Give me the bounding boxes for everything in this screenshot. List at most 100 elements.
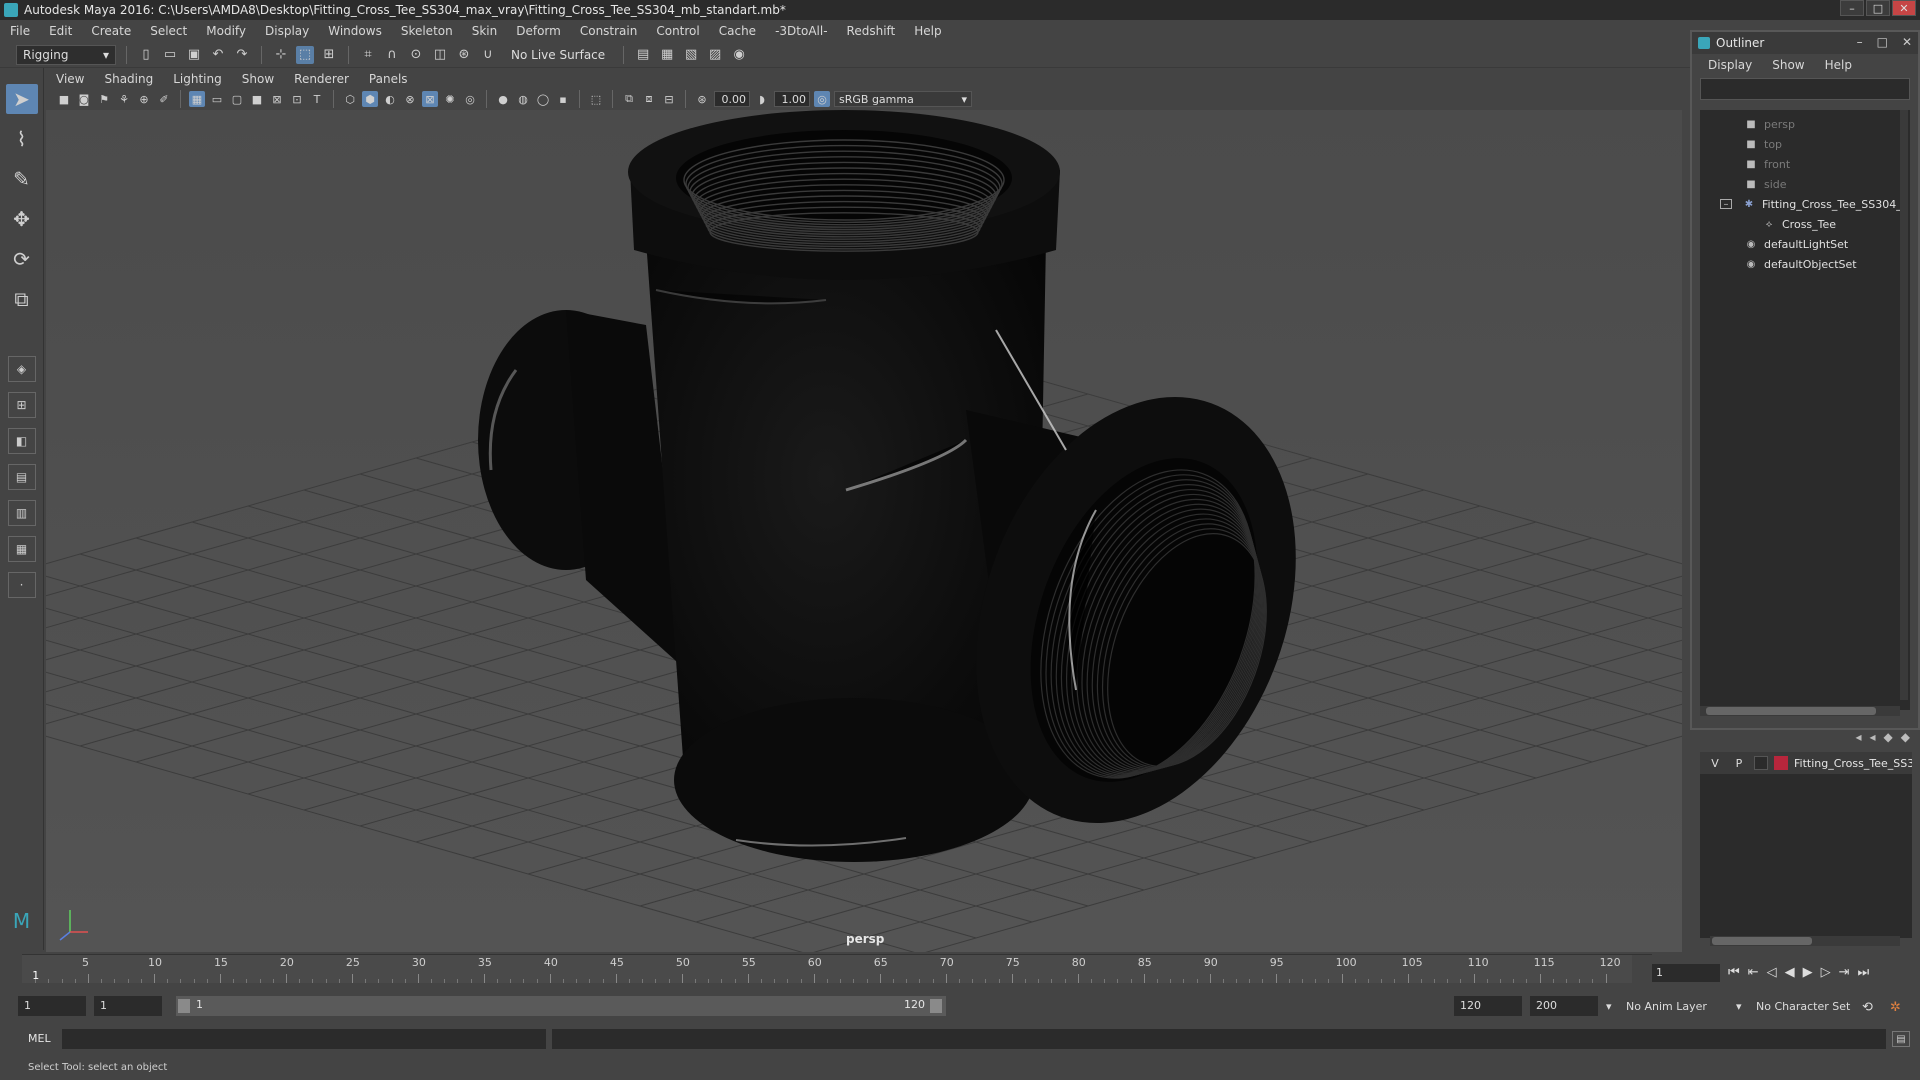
four-view-layout-icon[interactable]: ⊞ [7,392,36,418]
graph-persp-layout-icon[interactable]: ▥ [7,500,36,526]
outliner-persp-layout-icon[interactable]: ▤ [7,464,36,490]
outliner-menu-show[interactable]: Show [1772,58,1804,72]
playback-start-field[interactable]: 1 [94,996,162,1016]
current-time-marker[interactable]: 1 [32,969,39,982]
grid-icon[interactable]: ▦ [189,91,205,107]
color-management-icon[interactable]: ◎ [814,91,830,107]
character-set-dropdown[interactable]: No Character Set [1756,1000,1850,1013]
render-settings-icon[interactable]: ▤ [634,46,652,64]
select-hierarchy-icon[interactable]: ⊹ [272,46,290,64]
snap-view-plane-icon[interactable]: ◫ [431,46,449,64]
lasso-tool-icon[interactable]: ⌇ [6,124,38,154]
camera-select-icon[interactable]: ■ [56,91,72,107]
script-editor-icon[interactable]: ▤ [1892,1031,1910,1047]
scale-tool-icon[interactable]: ⧉ [6,284,38,314]
motion-blur-icon[interactable]: ◍ [515,91,531,107]
hypershade-icon[interactable]: ◉ [730,46,748,64]
minimize-button[interactable]: – [1840,0,1864,16]
outliner-vertical-scrollbar[interactable] [1900,110,1908,700]
go-to-start-icon[interactable]: ⏮ [1728,965,1740,980]
outliner-item-top[interactable]: ■ top [1700,134,1910,154]
menu-file[interactable]: File [10,24,30,38]
select-object-icon[interactable]: ⬚ [296,45,314,64]
move-layer-up-icon[interactable]: ◂ [1855,730,1861,748]
menu-windows[interactable]: Windows [328,24,382,38]
command-input[interactable] [62,1029,546,1049]
outliner-minimize-icon[interactable]: – [1857,35,1863,49]
snap-point-icon[interactable]: ⊙ [407,46,425,64]
animation-end-field[interactable]: 200 [1530,996,1598,1016]
hypershade-layout-icon[interactable]: ▦ [7,536,36,562]
wireframe-icon[interactable]: ⬡ [342,91,358,107]
xray-components-icon[interactable]: ⊟ [661,91,677,107]
anti-aliasing-icon[interactable]: ◯ [535,91,551,107]
camera-attributes-icon[interactable]: ◙ [76,91,92,107]
safe-action-icon[interactable]: ⊡ [289,91,305,107]
menu-control[interactable]: Control [656,24,699,38]
range-slider[interactable]: 1 120 [176,996,946,1016]
time-slider[interactable]: 5 10 15 20 25 30 35 40 45 50 55 60 65 70 75 80 85 90 95 100… [22,954,1652,983]
layer-color-swatch[interactable] [1774,756,1788,770]
render-frame-icon[interactable]: ▦ [658,46,676,64]
render-view-icon[interactable]: ▨ [706,46,724,64]
outliner-search-field[interactable] [1700,78,1910,100]
panel-menu-shading[interactable]: Shading [104,72,153,86]
smooth-shade-icon[interactable]: ⬢ [362,91,378,107]
paint-select-icon[interactable]: ✎ [6,164,38,194]
menu-deform[interactable]: Deform [516,24,561,38]
auto-key-icon[interactable]: ⟲ [1862,1000,1873,1015]
screen-space-ao-icon[interactable]: ● [495,91,511,107]
gate-mask-icon[interactable]: ■ [249,91,265,107]
xray-joints-icon[interactable]: ⧈ [641,91,657,107]
menu-redshift[interactable]: Redshift [847,24,896,38]
single-view-layout-icon[interactable]: ◈ [7,356,36,382]
scrollbar-thumb[interactable] [1706,707,1876,715]
panel-menu-lighting[interactable]: Lighting [173,72,222,86]
menu-select[interactable]: Select [150,24,187,38]
menu-display[interactable]: Display [265,24,309,38]
menu-edit[interactable]: Edit [49,24,72,38]
outliner-menu-help[interactable]: Help [1825,58,1852,72]
menu-cache[interactable]: Cache [719,24,756,38]
grease-pencil-icon[interactable]: ✐ [156,91,172,107]
outliner-item-default-light-set[interactable]: ◉ defaultLightSet [1700,234,1910,254]
field-chart-icon[interactable]: ⊠ [269,91,285,107]
xray-icon[interactable]: ⧉ [621,91,637,107]
range-start-handle[interactable] [178,999,190,1013]
ipr-render-icon[interactable]: ▧ [682,46,700,64]
outliner-item-default-object-set[interactable]: ◉ defaultObjectSet [1700,254,1910,274]
range-end-handle[interactable] [930,999,942,1013]
animation-start-field[interactable]: 1 [18,996,86,1016]
move-layer-down-icon[interactable]: ◂ [1870,730,1876,748]
play-forward-icon[interactable]: ▶ [1803,965,1813,980]
outliner-item-cross-tee[interactable]: ⟡ Cross_Tee [1700,214,1910,234]
select-tool-icon[interactable]: ➤ [5,84,38,114]
command-language-label[interactable]: MEL [28,1032,51,1045]
image-plane-icon[interactable]: ⚘ [116,91,132,107]
two-view-layout-icon[interactable]: ◧ [7,428,36,454]
snap-live-icon[interactable]: ⊛ [455,46,473,64]
redo-icon[interactable]: ↷ [233,46,251,64]
save-scene-icon[interactable]: ▣ [185,46,203,64]
outliner-item-side[interactable]: ■ side [1700,174,1910,194]
resolution-gate-icon[interactable]: ▢ [229,91,245,107]
step-back-key-icon[interactable]: ⇤ [1748,965,1759,980]
safe-title-icon[interactable]: T [309,91,325,107]
outliner-item-front[interactable]: ■ front [1700,154,1910,174]
time-slider-track[interactable]: 5 10 15 20 25 30 35 40 45 50 55 60 65 70 75 80 85 90 95 100… [22,955,1632,983]
textured-icon[interactable]: ⊠ [422,91,438,107]
menu-constrain[interactable]: Constrain [580,24,638,38]
outliner-horizontal-scrollbar[interactable] [1700,706,1900,716]
depth-of-field-icon[interactable]: ▪ [555,91,571,107]
undo-icon[interactable]: ↶ [209,46,227,64]
snap-curve-icon[interactable]: ∩ [383,46,401,64]
rotate-tool-icon[interactable]: ⟳ [6,244,38,274]
menu-create[interactable]: Create [91,24,131,38]
anim-layer-dropdown[interactable]: No Anim Layer [1626,1000,1707,1013]
more-layouts-icon[interactable]: · [7,572,36,598]
layer-horizontal-scrollbar[interactable] [1710,936,1900,946]
chevron-down-icon[interactable]: ▾ [1606,1000,1612,1013]
outliner-menu-display[interactable]: Display [1708,58,1752,72]
exposure-field[interactable]: 0.00 [714,91,750,107]
collapse-icon[interactable]: – [1720,199,1732,210]
